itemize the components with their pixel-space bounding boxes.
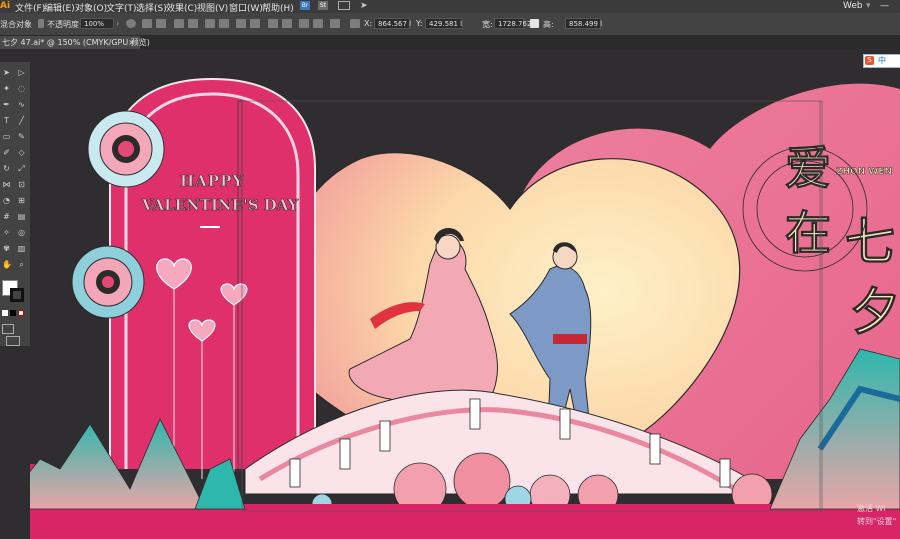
height-input[interactable]: 858.499 l <box>565 18 602 29</box>
height-label: 高: <box>543 20 554 29</box>
scale-icon[interactable]: ⤢ <box>17 164 26 173</box>
activation-watermark-line1: 激活 Wi <box>857 504 886 513</box>
free-transform-icon[interactable]: ⊡ <box>17 180 26 189</box>
line-tool-icon[interactable]: ╱ <box>17 116 26 125</box>
recolor-icon[interactable] <box>126 19 136 28</box>
svg-text:在: 在 <box>785 206 831 260</box>
graph-icon[interactable]: ▥ <box>17 244 26 253</box>
flower-top <box>87 110 165 188</box>
distribute-right-icon[interactable] <box>313 19 323 28</box>
svg-text:七: 七 <box>845 212 895 271</box>
distribute-center-icon[interactable] <box>250 19 260 28</box>
opacity-input[interactable]: 100% <box>80 18 114 29</box>
artboard-canvas[interactable]: HAPPY VALENTINE'S DAY 爱 在 七 夕 ZHON WEN <box>30 49 900 539</box>
svg-text:夕: 夕 <box>850 282 900 341</box>
align-middle-icon[interactable] <box>205 19 215 28</box>
paintbrush-icon[interactable]: ✎ <box>17 132 26 141</box>
lasso-icon[interactable]: ◌ <box>17 84 26 93</box>
artwork-illustration: HAPPY VALENTINE'S DAY 爱 在 七 夕 ZHON WEN <box>30 77 900 539</box>
magic-wand-icon[interactable]: ✦ <box>2 84 11 93</box>
mesh-icon[interactable]: # <box>2 212 11 221</box>
menu-bar: Ai 文件(F) 编辑(E) 对象(O) 文字(T) 选择(S) 效果(C) 视… <box>0 0 900 14</box>
shaper-icon[interactable]: ✐ <box>2 148 11 157</box>
eyedropper-icon[interactable]: ✧ <box>2 228 11 237</box>
align-center-icon[interactable] <box>156 19 166 28</box>
opacity-chevron-icon[interactable]: › <box>116 19 119 28</box>
svg-text:爱: 爱 <box>785 141 831 195</box>
align-right-icon[interactable] <box>174 19 184 28</box>
minimize-button[interactable]: — <box>880 1 889 11</box>
y-label: Y: <box>416 19 423 28</box>
document-tab-bar: 七夕 47.ai* @ 150% (CMYK/GPU 预览) × <box>0 36 900 49</box>
align-top-icon[interactable] <box>188 19 198 28</box>
send-icon[interactable]: ➤ <box>360 1 368 11</box>
rotate-icon[interactable]: ↻ <box>2 164 11 173</box>
activation-watermark-line2: 转到"设置" <box>857 517 897 526</box>
draw-mode-icon[interactable] <box>2 324 14 334</box>
stroke-swatch[interactable] <box>10 288 24 302</box>
constrain-proportions-icon[interactable] <box>530 19 539 28</box>
illustrator-logo-icon: Ai <box>0 1 11 11</box>
pen-tool-icon[interactable]: ✒ <box>2 100 11 109</box>
align-bottom-icon[interactable] <box>219 19 229 28</box>
type-tool-icon[interactable]: T <box>2 116 11 125</box>
shape-builder-icon[interactable]: ◔ <box>2 196 11 205</box>
align-left-icon[interactable] <box>142 19 152 28</box>
selection-tool-icon[interactable]: ➤ <box>2 68 11 77</box>
flower-bottom <box>71 245 145 319</box>
blend-icon[interactable]: ◎ <box>17 228 26 237</box>
gradient-mode-icon[interactable] <box>10 310 16 316</box>
rectangle-tool-icon[interactable]: ▭ <box>2 132 11 141</box>
distribute-hcenter-icon[interactable] <box>299 19 309 28</box>
workspace-switcher[interactable]: Web <box>843 1 863 11</box>
perspective-icon[interactable]: ⊞ <box>17 196 26 205</box>
distribute-bottom-icon[interactable] <box>268 19 278 28</box>
stock-button[interactable]: St <box>318 1 328 10</box>
direct-selection-icon[interactable]: ▷ <box>17 68 26 77</box>
reference-point-icon[interactable] <box>350 19 360 28</box>
workspace-chevron-icon[interactable]: ▾ <box>866 1 871 11</box>
tools-panel: ➤ ▷ ✦ ◌ ✒ ∿ T ╱ ▭ ✎ ✐ ◇ ↻ ⤢ ⋈ ⊡ ◔ ⊞ # ▤ … <box>0 62 30 346</box>
none-mode-icon[interactable] <box>18 310 24 316</box>
arrange-documents-icon[interactable] <box>338 1 350 10</box>
align-to-icon[interactable] <box>330 19 340 28</box>
selection-type-label: 混合对象 <box>0 20 32 29</box>
screen-mode-icon[interactable] <box>6 336 20 346</box>
x-input[interactable]: 864.567 l <box>374 18 411 29</box>
control-bar: 混合对象 不透明度: 100% › X: 864.567 l Y: 429.58… <box>0 13 900 36</box>
close-tab-button[interactable]: × <box>128 36 135 49</box>
valentines-text: VALENTINE'S DAY <box>141 196 299 214</box>
svg-text:ZHON WEN: ZHON WEN <box>836 167 892 177</box>
opacity-label: 不透明度: <box>47 20 82 29</box>
width-tool-icon[interactable]: ⋈ <box>2 180 11 189</box>
y-input[interactable]: 429.581 l <box>425 18 463 29</box>
zoom-icon[interactable]: ⌕ <box>17 260 26 269</box>
happy-text: HAPPY <box>180 172 244 190</box>
ime-logo-icon: S <box>865 56 874 65</box>
color-mode-icon[interactable] <box>2 310 8 316</box>
ime-mode: 中 <box>878 56 886 65</box>
distribute-top-icon[interactable] <box>236 19 246 28</box>
x-label: X: <box>364 19 373 28</box>
width-label: 宽: <box>482 20 493 29</box>
curvature-icon[interactable]: ∿ <box>17 100 26 109</box>
hand-icon[interactable]: ✋ <box>2 260 12 269</box>
ime-indicator[interactable]: S 中 <box>863 54 900 68</box>
swatch-dropdown-icon[interactable] <box>38 19 44 28</box>
symbol-sprayer-icon[interactable]: ✾ <box>2 244 11 253</box>
width-input[interactable]: 1728.762 <box>494 18 531 29</box>
bridge-button[interactable]: Br <box>300 1 310 10</box>
distribute-left-icon[interactable] <box>282 19 292 28</box>
document-tab[interactable]: 七夕 47.ai* @ 150% (CMYK/GPU 预览) × <box>0 36 150 49</box>
eraser-icon[interactable]: ◇ <box>17 148 26 157</box>
gradient-icon[interactable]: ▤ <box>17 212 26 221</box>
